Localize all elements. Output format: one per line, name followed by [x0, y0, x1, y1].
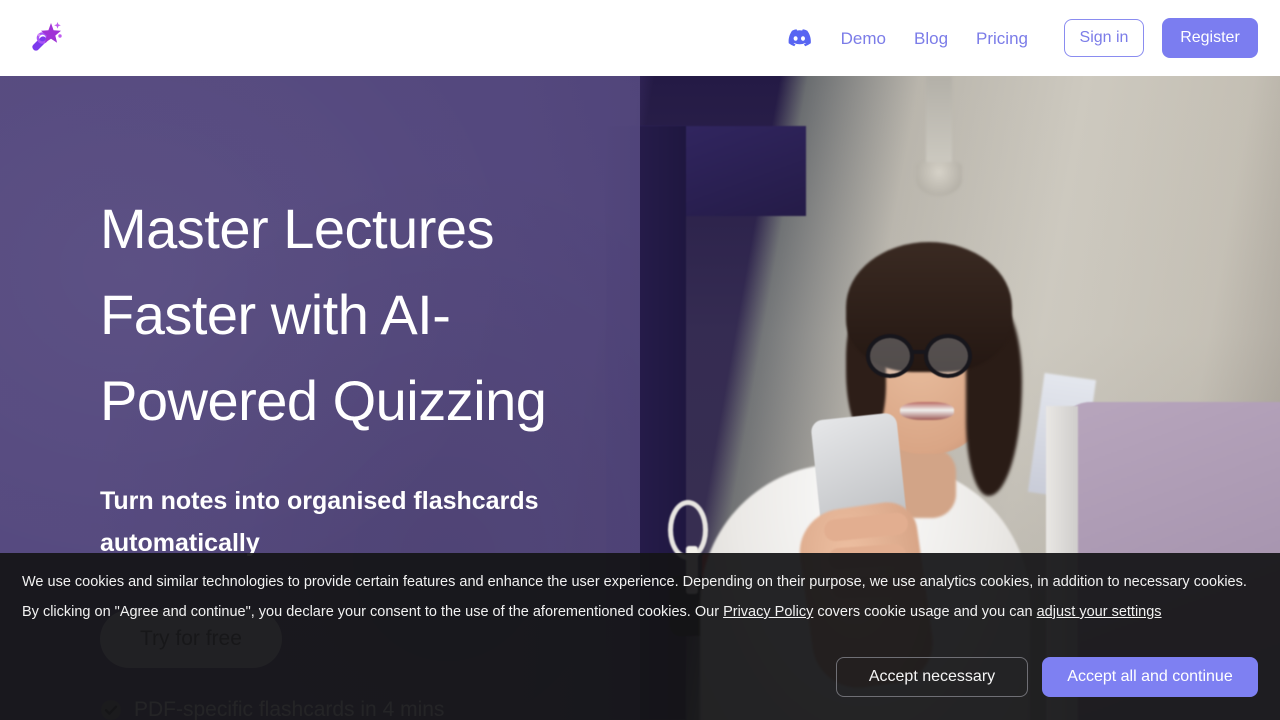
person-mouth — [900, 402, 954, 420]
hero-title-line-1: Master Lectures — [100, 197, 495, 260]
hero-title: Master Lectures Faster with AI- Powered … — [100, 186, 660, 444]
hero-title-line-3: Powered Quizzing — [100, 369, 547, 432]
cookie-actions: Accept necessary Accept all and continue — [836, 657, 1258, 697]
logo[interactable] — [24, 16, 68, 60]
privacy-policy-link[interactable]: Privacy Policy — [723, 604, 813, 620]
lens-right — [924, 334, 972, 378]
lens-left — [866, 334, 914, 378]
nav-link-blog[interactable]: Blog — [900, 30, 962, 47]
eyeglasses — [866, 334, 990, 378]
accept-necessary-button[interactable]: Accept necessary — [836, 657, 1028, 697]
cookie-consent-banner: We use cookies and similar technologies … — [0, 553, 1280, 720]
glasses-bridge — [912, 350, 928, 354]
site-header: Demo Blog Pricing Sign in Register — [0, 0, 1280, 76]
hero-title-line-2: Faster with AI- — [100, 283, 451, 346]
register-button[interactable]: Register — [1162, 18, 1258, 58]
sign-in-button[interactable]: Sign in — [1064, 19, 1144, 57]
cookie-text-before-privacy: By clicking on "Agree and continue", you… — [22, 604, 724, 620]
cookie-text-middle: covers cookie usage and you can — [813, 604, 1037, 620]
hero-subtitle: Turn notes into organised flashcards aut… — [100, 487, 539, 557]
adjust-settings-link[interactable]: adjust your settings — [1037, 604, 1162, 620]
cookie-paragraph-1: We use cookies and similar technologies … — [22, 574, 1247, 590]
ceiling-lamp-shade — [916, 162, 962, 196]
ceiling-lamp-cord — [926, 76, 952, 176]
nav-link-pricing[interactable]: Pricing — [962, 30, 1042, 47]
main-nav: Demo Blog Pricing Sign in Register — [787, 0, 1280, 76]
cookie-paragraph-2: By clicking on "Agree and continue", you… — [22, 601, 1258, 624]
nav-link-demo[interactable]: Demo — [827, 30, 900, 47]
discord-icon[interactable] — [787, 29, 811, 47]
accept-all-button[interactable]: Accept all and continue — [1042, 657, 1258, 697]
magic-wand-icon — [32, 22, 62, 51]
